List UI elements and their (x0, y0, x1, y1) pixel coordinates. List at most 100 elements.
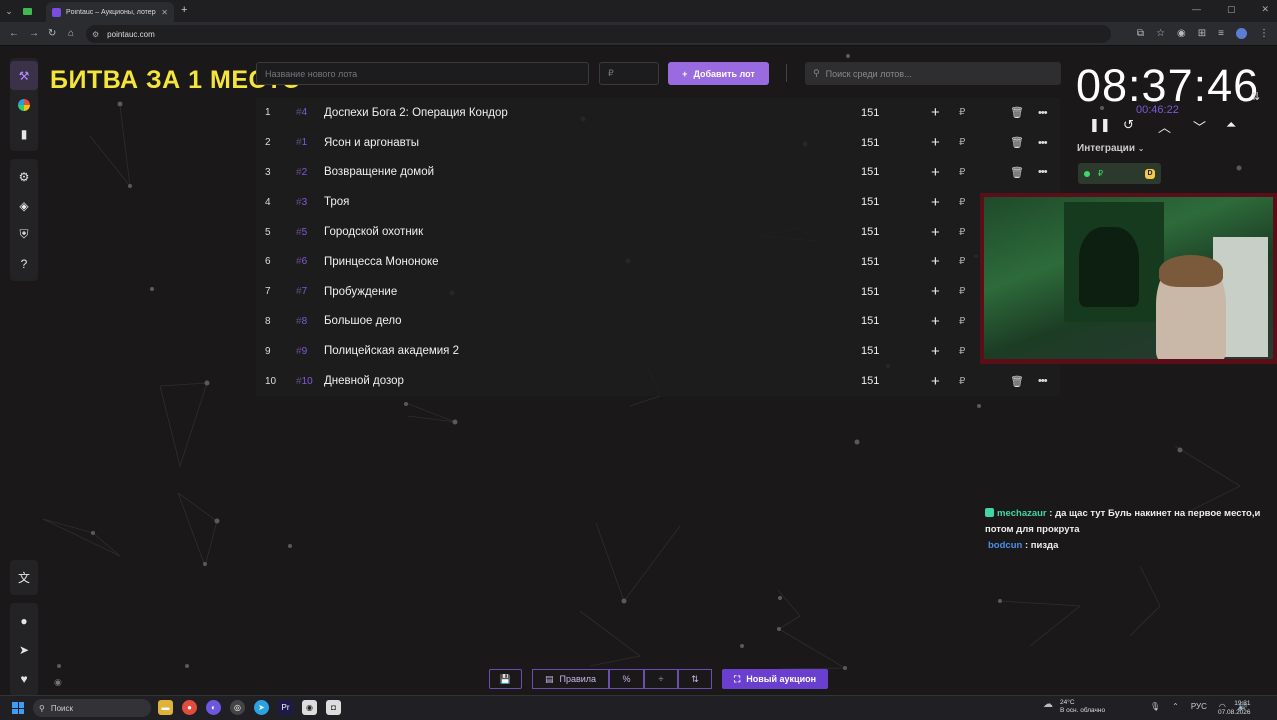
maximize-icon[interactable]: ▢ (1227, 4, 1236, 15)
divide-icon[interactable]: ÷ (644, 669, 678, 689)
bar-chart-icon[interactable]: ▮ (10, 119, 38, 148)
ruble-input-icon[interactable]: ₽ (959, 346, 965, 357)
close-window-icon[interactable]: ✕ (1261, 4, 1269, 15)
delete-icon[interactable]: 🗑 (1010, 166, 1024, 179)
translate-icon[interactable]: 文 (10, 563, 38, 592)
lot-search-input[interactable]: ⚲ Поиск среди лотов... (805, 62, 1061, 85)
lot-amount[interactable]: 151 (861, 196, 879, 208)
reading-list-icon[interactable]: ≡ (1218, 28, 1224, 39)
layers-icon[interactable]: ◈ (10, 191, 38, 220)
ruble-input-icon[interactable]: ₽ (959, 197, 965, 208)
github-icon[interactable]: ● (10, 606, 38, 635)
weather-widget[interactable]: ☁ 24°C В осн. облачно (1043, 699, 1105, 715)
clock[interactable]: 19:31 07.08.2026 (1218, 699, 1251, 717)
lot-name[interactable]: Возвращение домой (324, 166, 434, 178)
add-amount-icon[interactable]: + (931, 283, 940, 300)
sort-icon[interactable]: ⇅ (678, 669, 712, 689)
language-indicator[interactable]: РУС (1191, 702, 1207, 711)
add-amount-icon[interactable]: + (931, 343, 940, 360)
collapse-icon[interactable]: ⏶ (1226, 117, 1236, 133)
menu-kebab-icon[interactable]: ⋮ (1259, 28, 1269, 39)
add-amount-icon[interactable]: + (931, 224, 940, 241)
url-field[interactable]: ⚙ pointauc.com (86, 25, 1111, 43)
tab-search-icon[interactable]: ⌄ (0, 2, 18, 20)
lot-name[interactable]: Большое дело (324, 315, 402, 327)
bookmark-star-icon[interactable]: ☆ (1156, 28, 1165, 39)
telegram-icon[interactable]: ➤ (254, 700, 269, 715)
add-amount-icon[interactable]: + (931, 104, 940, 121)
integrations-status[interactable]: ₽ D (1078, 163, 1161, 184)
ruble-input-icon[interactable]: ₽ (959, 107, 965, 118)
eye-icon[interactable]: ◉ (54, 677, 62, 688)
delete-icon[interactable]: 🗑 (1010, 136, 1024, 149)
lot-amount[interactable]: 151 (861, 375, 879, 387)
lot-amount[interactable]: 151 (861, 256, 879, 268)
pie-chart-icon[interactable] (10, 90, 38, 119)
new-tab-button[interactable]: + (181, 4, 187, 16)
lot-amount[interactable]: 151 (861, 107, 879, 119)
ruble-input-icon[interactable]: ₽ (959, 137, 965, 148)
donate-icon[interactable]: ♥ (10, 664, 38, 693)
taskbar-search[interactable]: ⚲ Поиск (33, 699, 151, 717)
file-explorer-icon[interactable]: ▬ (158, 700, 173, 715)
add-amount-icon[interactable]: + (931, 164, 940, 181)
forward-icon[interactable]: → (29, 28, 39, 39)
lot-amount[interactable]: 151 (861, 166, 879, 178)
home-icon[interactable]: ⌂ (68, 28, 74, 39)
reset-icon[interactable]: ↺ (1123, 117, 1134, 133)
new-lot-input[interactable]: Название нового лота (256, 62, 589, 85)
more-options-icon[interactable]: ••• (1038, 107, 1048, 119)
lot-name[interactable]: Принцесса Мононоке (324, 256, 439, 268)
chevron-up-icon[interactable]: ︿ (1158, 117, 1171, 136)
ruble-input-icon[interactable]: ₽ (959, 167, 965, 178)
back-icon[interactable]: ← (9, 28, 19, 39)
chevron-up-icon[interactable]: ⌃ (1172, 702, 1179, 711)
telegram-icon[interactable]: ➤ (10, 635, 38, 664)
translate-page-icon[interactable]: ⧉ (1137, 28, 1144, 39)
delete-icon[interactable]: 🗑 (1010, 106, 1024, 119)
gear-icon[interactable]: ⚙ (10, 162, 38, 191)
extension-puzzle-icon[interactable]: ⊞ (1198, 28, 1206, 39)
integrations-toggle[interactable]: Интеграции ⌄ (1077, 143, 1144, 154)
windows-start-icon[interactable] (12, 702, 24, 714)
ruble-input-icon[interactable]: ₽ (959, 256, 965, 267)
delete-icon[interactable]: 🗑 (1010, 375, 1024, 388)
pause-icon[interactable]: ❚❚ (1089, 117, 1111, 133)
more-options-icon[interactable]: ••• (1038, 166, 1048, 178)
more-options-icon[interactable]: ••• (1038, 137, 1048, 149)
close-tab-icon[interactable]: ✕ (161, 8, 168, 17)
site-info-icon[interactable]: ⚙ (92, 30, 99, 39)
lot-name[interactable]: Дневной дозор (324, 375, 404, 387)
lot-amount[interactable]: 151 (861, 345, 879, 357)
lot-amount[interactable]: 151 (861, 137, 879, 149)
app-icon[interactable]: ◐ (206, 700, 221, 715)
percent-icon[interactable]: % (609, 669, 644, 689)
add-amount-icon[interactable]: + (931, 313, 940, 330)
lot-amount[interactable]: 151 (861, 315, 879, 327)
app-icon[interactable]: ◉ (302, 700, 317, 715)
lot-name[interactable]: Ясон и аргонавты (324, 137, 419, 149)
chevron-down-icon[interactable]: ﹀ (1193, 117, 1206, 136)
tab-group-icon[interactable] (18, 2, 36, 20)
add-amount-icon[interactable]: + (931, 134, 940, 151)
lot-name[interactable]: Пробуждение (324, 286, 397, 298)
shield-icon[interactable]: ⛨ (10, 220, 38, 249)
gavel-icon[interactable]: ⚒ (10, 61, 38, 90)
rules-button[interactable]: ▤ Правила (532, 669, 609, 689)
browser-tab[interactable]: Pointauc – Аукционы, лотереи… ✕ (46, 2, 174, 22)
minimize-icon[interactable]: — (1192, 4, 1201, 15)
ruble-input-icon[interactable]: ₽ (959, 316, 965, 327)
add-amount-icon[interactable]: + (931, 253, 940, 270)
lot-amount[interactable]: 151 (861, 226, 879, 238)
ruble-input-icon[interactable]: ₽ (959, 227, 965, 238)
new-auction-button[interactable]: ⛶ Новый аукцион (722, 669, 828, 689)
profile-avatar[interactable] (1236, 28, 1247, 39)
lot-name[interactable]: Полицейская академия 2 (324, 345, 459, 357)
add-amount-icon[interactable]: + (931, 194, 940, 211)
more-options-icon[interactable]: ••• (1038, 375, 1048, 387)
extension-icon[interactable]: ◉ (1177, 28, 1186, 39)
swap-sort-icon[interactable]: ⇅ (1251, 90, 1260, 103)
add-lot-button[interactable]: + Добавить лот (668, 62, 769, 85)
lot-name[interactable]: Троя (324, 196, 349, 208)
save-icon[interactable]: 💾 (489, 669, 522, 689)
